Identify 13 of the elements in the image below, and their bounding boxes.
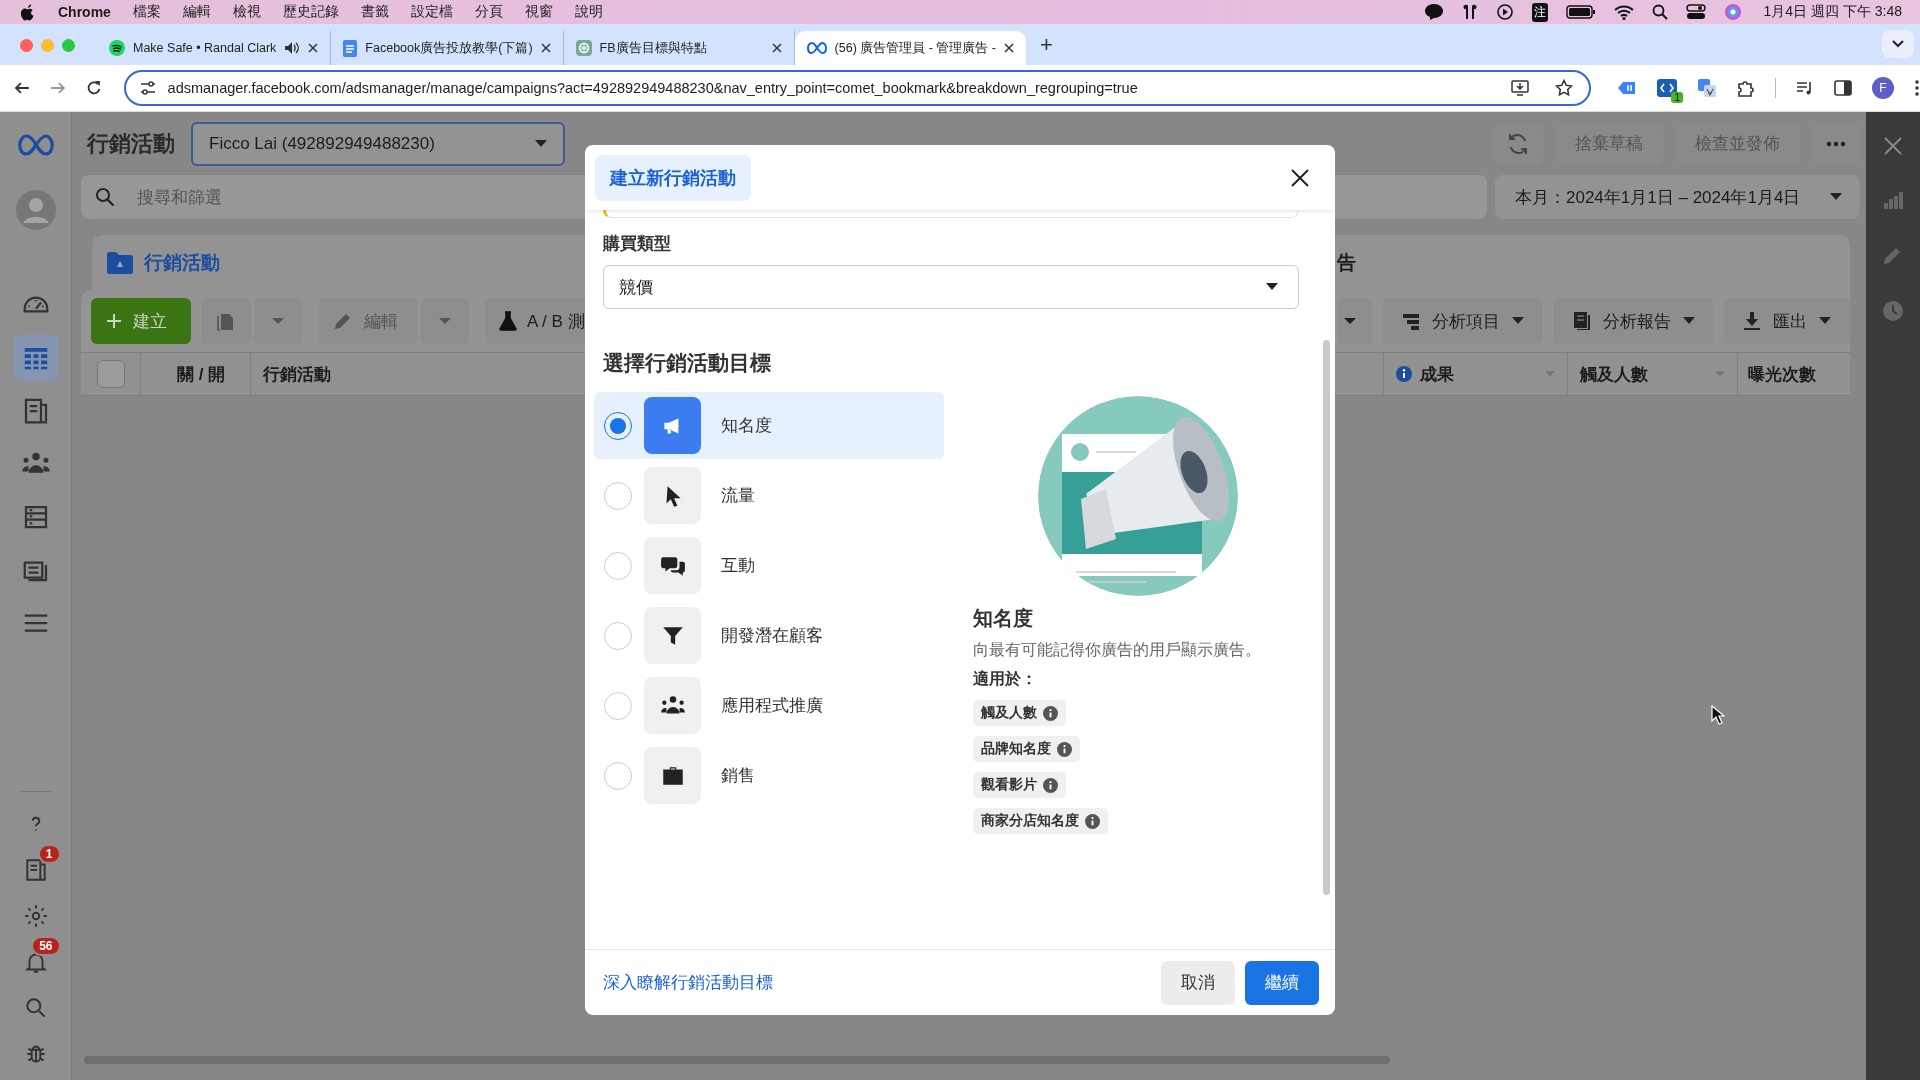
good-for-label: 適用於： (973, 669, 1037, 689)
objective-title: 知名度 (973, 606, 1033, 631)
tag-label: 品牌知名度 (981, 740, 1051, 758)
notification-badge: 1 (37, 844, 61, 864)
field-label: 購買類型 (603, 233, 672, 255)
notification-badge: 56 (31, 936, 61, 956)
objective-description: 向最有可能記得你廣告的用戶顯示廣告。 (973, 640, 1261, 660)
tag-label: 商家分店知名度 (981, 812, 1079, 830)
section-heading: 選擇行銷活動目標 (603, 350, 772, 376)
page-title: 行銷活動 (87, 129, 175, 158)
count-badge: 1 (1671, 92, 1683, 103)
tag-label: 觸及人數 (981, 704, 1037, 722)
tag-label: 觀看影片 (981, 776, 1037, 794)
